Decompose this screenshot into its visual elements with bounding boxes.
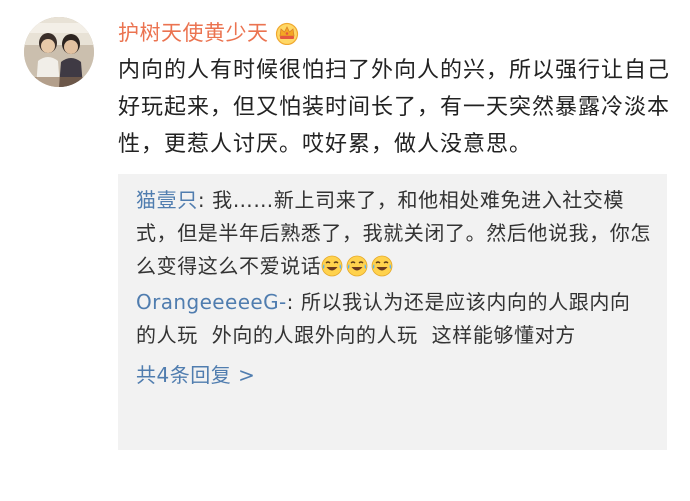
comment-card: 护树天使黄少天 内向的人有时候很怕扫了外向人的兴，所以强行让自己好玩起来，但又怕… [0, 0, 690, 501]
reply-separator: : [286, 290, 301, 314]
laugh-cry-emoji-icon [346, 254, 368, 277]
reply-author-link[interactable]: 猫壹只 [136, 188, 198, 212]
laugh-cry-emoji-icon [321, 254, 343, 277]
reply-author-link[interactable]: OrangeeeeeG- [136, 290, 287, 314]
reply-separator: : [197, 188, 213, 212]
username-row: 护树天使黄少天 [118, 16, 300, 50]
comment-text: 内向的人有时候很怕扫了外向人的兴，所以强行让自己好玩起来，但又怕装时间长了，有一… [118, 58, 671, 157]
more-replies-link[interactable]: 共4条回复 > [136, 360, 651, 390]
replies-box: 猫壹只: 我……新上司来了，和他相处难免进入社交模式，但是半年后熟悉了，我就关闭… [118, 174, 667, 450]
reply-item: OrangeeeeeG-: 所以我认为还是应该内向的人跟内向的人玩 外向的人跟外… [136, 286, 651, 352]
username-link[interactable]: 护树天使黄少天 [118, 16, 269, 50]
crown-badge-icon[interactable] [274, 21, 300, 46]
laugh-cry-emoji-icon [371, 254, 393, 277]
avatar[interactable] [24, 17, 94, 87]
reply-item: 猫壹只: 我……新上司来了，和他相处难免进入社交模式，但是半年后熟悉了，我就关闭… [136, 184, 651, 283]
avatar-photo [24, 17, 94, 87]
reply-text: 我……新上司来了，和他相处难免进入社交模式，但是半年后熟悉了，我就关闭了。然后他… [136, 188, 651, 278]
